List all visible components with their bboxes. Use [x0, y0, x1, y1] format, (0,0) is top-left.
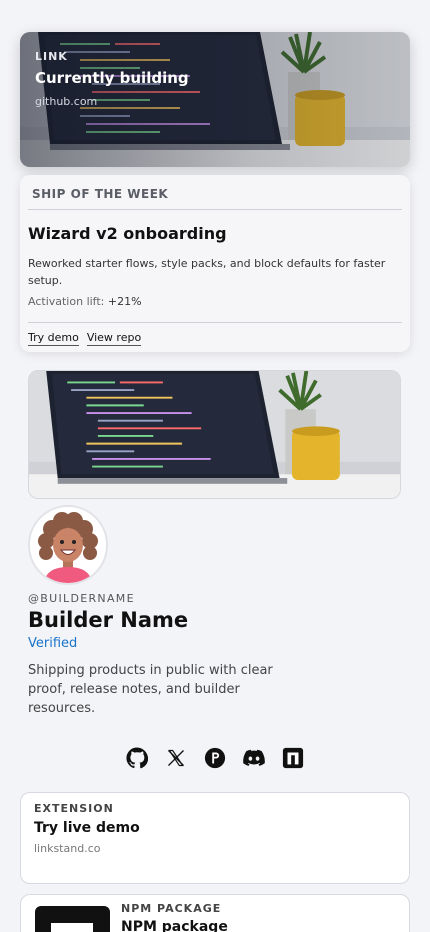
ship-kicker: SHIP OF THE WEEK — [28, 175, 402, 210]
producthunt-icon[interactable] — [202, 745, 227, 770]
profile-handle: @BUILDERNAME — [28, 592, 135, 605]
npm-package-card[interactable]: NPM PACKAGE NPM package — [20, 894, 410, 932]
social-links — [124, 745, 305, 770]
verified-badge: Verified — [28, 636, 78, 651]
discord-icon[interactable] — [241, 745, 266, 770]
try-demo-link[interactable]: Try demo — [28, 331, 79, 346]
profile-bio: Shipping products in public with clear p… — [28, 663, 273, 716]
link-card-kicker: LINK — [35, 50, 68, 63]
metric-value: +21% — [107, 295, 142, 308]
link-card-currently-building[interactable]: LINK Currently building github.com — [20, 32, 410, 167]
avatar — [28, 505, 108, 585]
link-card-title: Currently building — [35, 69, 189, 87]
npm-title: NPM package — [121, 919, 228, 932]
extension-domain: linkstand.co — [34, 842, 101, 855]
ship-metric: Activation lift: +21% — [28, 295, 402, 308]
link-card-domain: github.com — [35, 95, 98, 108]
profile-cover-image — [28, 370, 401, 499]
extension-kicker: EXTENSION — [34, 802, 114, 815]
extension-card-try-live-demo[interactable]: EXTENSION Try live demo linkstand.co — [20, 792, 410, 884]
laptop-photo — [29, 371, 401, 499]
ship-description: Reworked starter flows, style packs, and… — [28, 257, 386, 287]
ship-of-the-week-card: SHIP OF THE WEEK Wizard v2 onboarding Re… — [20, 175, 410, 352]
substack-icon[interactable] — [280, 745, 305, 770]
view-repo-link[interactable]: View repo — [86, 331, 142, 346]
extension-title: Try live demo — [34, 820, 140, 836]
ship-title: Wizard v2 onboarding — [28, 224, 227, 243]
npm-kicker: NPM PACKAGE — [121, 902, 222, 915]
ship-divider — [28, 322, 402, 323]
link-card-content: LINK Currently building github.com — [35, 50, 189, 108]
npm-thumbnail — [35, 906, 110, 932]
ship-links: Try demo View repo — [28, 331, 402, 346]
x-icon[interactable] — [163, 745, 188, 770]
profile-name: Builder Name — [28, 608, 189, 632]
metric-label: Activation lift: — [28, 295, 105, 308]
github-icon[interactable] — [124, 745, 149, 770]
avatar-illustration — [30, 507, 106, 583]
